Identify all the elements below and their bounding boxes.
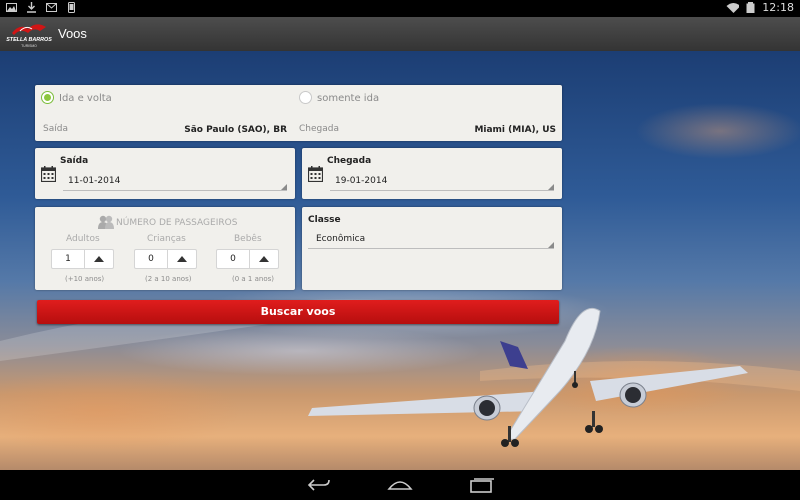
screen-title: Voos (58, 26, 87, 41)
children-stepper[interactable]: 0 (134, 249, 197, 269)
home-icon[interactable] (387, 477, 413, 493)
cabin-class-label: Classe (308, 215, 341, 225)
navigation-bar (0, 470, 800, 500)
return-date-value[interactable]: 19-01-2014 (335, 176, 387, 186)
search-flights-button[interactable]: Buscar voos (37, 300, 559, 324)
adults-increment-button[interactable] (85, 250, 113, 268)
status-time: 12:18 (762, 1, 794, 14)
calendar-icon (41, 166, 56, 182)
gmail-icon (46, 3, 57, 12)
person-icon (98, 215, 114, 229)
adults-hint: (+10 anos) (65, 275, 105, 283)
passengers-title: NÚMERO DE PASSAGEIROS (116, 218, 238, 228)
destination-label: Chegada (299, 124, 339, 134)
one-way-radio[interactable] (299, 91, 312, 104)
trip-card: Ida e volta somente ida Saída São Paulo … (35, 85, 562, 141)
battery-icon (746, 2, 755, 13)
gallery-icon (6, 3, 17, 12)
children-label: Crianças (147, 234, 186, 244)
origin-value[interactable]: São Paulo (SAO), BR (184, 125, 287, 135)
app-logo[interactable]: STELLA BARROS TURISMO (6, 19, 52, 49)
babies-hint: (0 a 1 anos) (232, 275, 274, 283)
one-way-label[interactable]: somente ida (317, 93, 379, 104)
dropdown-arrow-icon (548, 184, 554, 190)
return-date-card[interactable]: Chegada 19-01-2014 (302, 148, 562, 199)
babies-stepper[interactable]: 0 (216, 249, 279, 269)
recents-icon[interactable] (468, 477, 494, 493)
cabin-class-underline (308, 248, 554, 249)
adults-value[interactable]: 1 (52, 250, 85, 268)
dropdown-arrow-icon (548, 242, 554, 248)
children-increment-button[interactable] (168, 250, 196, 268)
cabin-class-card[interactable]: Classe Econômica (302, 207, 562, 290)
babies-increment-button[interactable] (250, 250, 278, 268)
departure-date-label: Saída (60, 156, 89, 166)
destination-value[interactable]: Miami (MIA), US (474, 125, 556, 135)
cabin-class-value[interactable]: Econômica (316, 234, 365, 244)
round-trip-label[interactable]: Ida e volta (59, 93, 112, 104)
return-date-underline (330, 190, 554, 191)
adults-stepper[interactable]: 1 (51, 249, 114, 269)
back-icon[interactable] (306, 477, 332, 493)
dropdown-arrow-icon (281, 184, 287, 190)
departure-date-card[interactable]: Saída 11-01-2014 (35, 148, 295, 199)
svg-text:STELLA BARROS: STELLA BARROS (6, 37, 52, 43)
phone-icon (68, 2, 75, 13)
babies-value[interactable]: 0 (217, 250, 250, 268)
background-image: Ida e volta somente ida Saída São Paulo … (0, 51, 800, 470)
action-bar: STELLA BARROS TURISMO Voos (0, 17, 800, 52)
status-bar: 12:18 (0, 0, 800, 17)
calendar-icon (308, 166, 323, 182)
wifi-icon (726, 3, 740, 13)
children-value[interactable]: 0 (135, 250, 168, 268)
departure-date-value[interactable]: 11-01-2014 (68, 176, 120, 186)
departure-date-underline (63, 190, 287, 191)
passengers-card: NÚMERO DE PASSAGEIROS Adultos 1 (+10 ano… (35, 207, 295, 290)
download-icon (27, 2, 36, 13)
children-hint: (2 a 10 anos) (145, 275, 192, 283)
return-date-label: Chegada (327, 156, 372, 166)
round-trip-radio[interactable] (41, 91, 54, 104)
adults-label: Adultos (66, 234, 100, 244)
origin-label: Saída (43, 124, 68, 134)
babies-label: Bebês (234, 234, 262, 244)
svg-text:TURISMO: TURISMO (21, 44, 37, 48)
